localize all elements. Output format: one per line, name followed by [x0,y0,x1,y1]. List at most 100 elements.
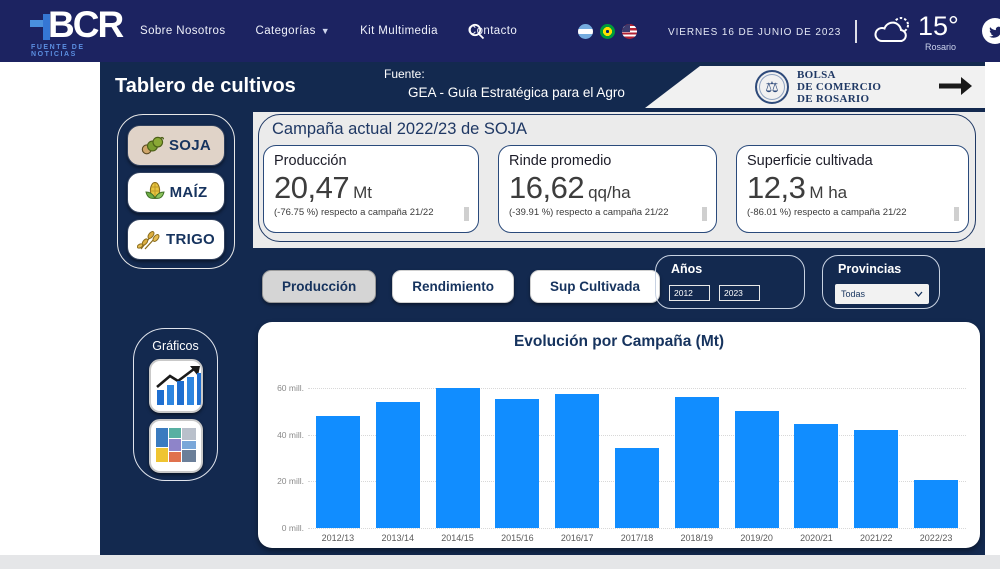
bar-2012/13[interactable] [316,416,360,528]
x-axis-label: 2018/19 [667,533,727,543]
chart-plot [308,388,966,528]
evolution-chart-card: Evolución por Campaña (Mt) 0 mill. 20 mil… [258,322,980,548]
x-axis-label: 2020/21 [786,533,846,543]
crop-button-soja[interactable]: SOJA [127,125,225,166]
x-axis-label: 2015/16 [487,533,547,543]
treemap-icon [156,428,196,462]
page-bottom-strip [0,555,1000,569]
x-axis-label: 2014/15 [428,533,488,543]
chevron-down-icon: ▼ [321,26,330,36]
wheat-icon [137,230,161,250]
chevron-down-icon [914,291,923,297]
gridline [308,528,966,529]
gridline [308,388,966,389]
crop-sidebar: SOJA MAÍZ [100,112,253,555]
x-axis-label: 2019/20 [727,533,787,543]
kpi-delta: (-86.01 %) respecto a campaña 21/22 [747,207,925,223]
crop-button-maiz[interactable]: MAÍZ [127,172,225,213]
kpi-section: Campaña actual 2022/23 de SOJA Producció… [253,112,985,248]
year-from-input[interactable] [669,285,710,301]
x-axis-label: 2017/18 [607,533,667,543]
bar-2019/20[interactable] [735,411,779,528]
bcr-logo-tagline: FUENTE DE NOTICIAS [31,44,122,58]
brazil-flag-icon[interactable] [600,24,615,39]
weather-city: Rosario [925,42,956,52]
tab-rendimiento[interactable]: Rendimiento [392,270,514,303]
usa-flag-icon[interactable] [622,24,637,39]
y-axis-label: 40 mill. [262,430,304,440]
nav-item-categorias[interactable]: Categorías▼ [256,25,331,37]
soybean-icon [141,136,164,156]
bar-2022/23[interactable] [914,480,958,528]
tab-produccion[interactable]: Producción [262,270,376,303]
scrollbar-thumb[interactable] [464,207,469,221]
scrollbar-thumb[interactable] [702,207,707,221]
bar-2016/17[interactable] [555,394,599,528]
corn-icon [145,182,165,204]
years-filter: Años [655,255,805,309]
x-axis-label: 2016/17 [547,533,607,543]
x-axis-label: 2022/23 [906,533,966,543]
bar-2013/14[interactable] [376,402,420,528]
bar-2021/22[interactable] [854,430,898,528]
nav-menu: Sobre Nosotros Categorías▼ Kit Multimedi… [140,0,517,62]
tab-sup-cultivada[interactable]: Sup Cultivada [530,270,660,303]
kpi-value: 12,3 [747,170,805,205]
dashboard-body: SOJA MAÍZ [100,112,985,555]
language-flags [578,24,637,39]
year-to-input[interactable] [719,285,760,301]
provinces-filter: Provincias Todas [822,255,940,309]
y-axis-label: 0 mill. [262,523,304,533]
org-name: BOLSA DE COMERCIO DE ROSARIO [797,69,881,105]
filter-section: Producción Rendimiento Sup Cultivada Año… [253,248,985,318]
header-right-panel: ⚖ BOLSA DE COMERCIO DE ROSARIO [645,66,985,108]
twitter-icon[interactable] [982,18,1000,44]
bcr-logo-text: BCR [48,4,122,46]
bar-2015/16[interactable] [495,399,539,529]
temperature: 15° [918,11,959,42]
nav-item-sobre-nosotros[interactable]: Sobre Nosotros [140,25,226,37]
main-column: Campaña actual 2022/23 de SOJA Producció… [253,112,985,555]
treemap-view-button[interactable] [149,419,203,473]
bcr-logo[interactable]: BCR FUENTE DE NOTICIAS [12,7,122,55]
crop-selector: SOJA MAÍZ [117,114,235,269]
dashboard-title: Tablero de cultivos [115,75,296,98]
nav-item-kit-multimedia[interactable]: Kit Multimedia [360,25,438,37]
graficos-panel: Gráficos [133,328,218,481]
kpi-unit: Mt [353,183,372,202]
bar-2018/19[interactable] [675,397,719,528]
graficos-label: Gráficos [134,339,217,353]
y-axis-label: 60 mill. [262,383,304,393]
bar-2020/21[interactable] [794,424,838,528]
kpi-card-rinde: Rinde promedio 16,62qq/ha (-39.91 %) res… [498,145,717,233]
kpi-value: 20,47 [274,170,349,205]
dashboard-header: Tablero de cultivos Fuente: GEA - Guía E… [100,62,985,112]
current-date: VIERNES 16 DE JUNIO DE 2023 [668,27,841,38]
bar-2014/15[interactable] [436,388,480,528]
crop-button-trigo[interactable]: TRIGO [127,219,225,260]
bcr-seal-icon: ⚖ [755,70,789,104]
chart-title: Evolución por Campaña (Mt) [258,333,980,351]
y-axis-label: 20 mill. [262,476,304,486]
kpi-value: 16,62 [509,170,584,205]
cloud-icon [872,15,914,47]
cultivos-dashboard: Tablero de cultivos Fuente: GEA - Guía E… [100,62,985,555]
bar-2017/18[interactable] [615,448,659,529]
kpi-unit: qq/ha [588,183,631,202]
metric-tabs: Producción Rendimiento Sup Cultivada [262,270,660,303]
kpi-card-produccion: Producción 20,47Mt (-76.75 %) respecto a… [263,145,479,233]
kpi-section-title: Campaña actual 2022/23 de SOJA [272,120,527,139]
kpi-unit: M ha [809,183,847,202]
scrollbar-thumb[interactable] [954,207,959,221]
chart-section: Evolución por Campaña (Mt) 0 mill. 20 mil… [253,318,985,555]
bar-chart-icon [157,373,203,405]
x-axis-label: 2013/14 [368,533,428,543]
provinces-dropdown[interactable]: Todas [835,284,929,304]
arrow-right-icon[interactable] [937,74,973,98]
argentina-flag-icon[interactable] [578,24,593,39]
navbar-divider [855,20,857,43]
top-navbar: BCR FUENTE DE NOTICIAS Sobre Nosotros Ca… [0,0,1000,62]
source-label: Fuente: [384,67,425,81]
search-icon[interactable] [468,23,485,40]
bar-chart-view-button[interactable] [149,359,203,413]
